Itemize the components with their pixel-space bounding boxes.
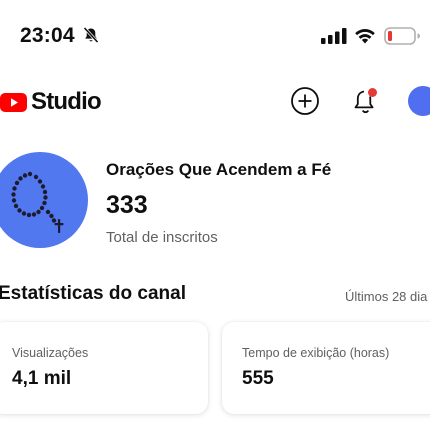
signal-icon [321, 28, 347, 44]
watch-time-value: 555 [242, 368, 274, 389]
notification-dot [368, 88, 377, 97]
channel-stats-title: Estatísticas do canal [0, 283, 186, 304]
rosary-icon [11, 171, 64, 233]
account-avatar[interactable] [408, 86, 430, 116]
channel-avatar[interactable] [0, 152, 88, 248]
wifi-icon [355, 29, 375, 44]
views-value: 4,1 mil [12, 368, 72, 389]
youtube-play-icon [0, 92, 27, 112]
stats-period-selector[interactable]: Últimos 28 dia [345, 289, 427, 304]
subscriber-label: Total de inscritos [106, 229, 218, 246]
notifications-icon[interactable] [352, 86, 380, 116]
watch-time-stat-card[interactable]: Tempo de exibição (horas) 555 [222, 322, 430, 414]
create-icon[interactable] [290, 86, 320, 116]
views-stat-card[interactable]: Visualizações 4,1 mil [0, 322, 208, 414]
bell-slash-icon [83, 26, 99, 44]
app-header: Studio [0, 80, 430, 124]
watch-time-label: Tempo de exibição (horas) [242, 346, 390, 360]
status-bar: 23:04 [0, 0, 430, 72]
channel-name: Orações Que Acendem a Fé [106, 160, 332, 179]
logo-text: Studio [31, 88, 102, 115]
battery-low-icon [384, 27, 420, 45]
youtube-studio-logo[interactable]: Studio [0, 88, 102, 116]
views-label: Visualizações [12, 346, 89, 360]
studio-dashboard-screen: 23:04 Studio Orações Que Acendem a Fé 33… [0, 0, 430, 430]
status-time: 23:04 [20, 24, 75, 47]
subscriber-count: 333 [106, 191, 148, 219]
